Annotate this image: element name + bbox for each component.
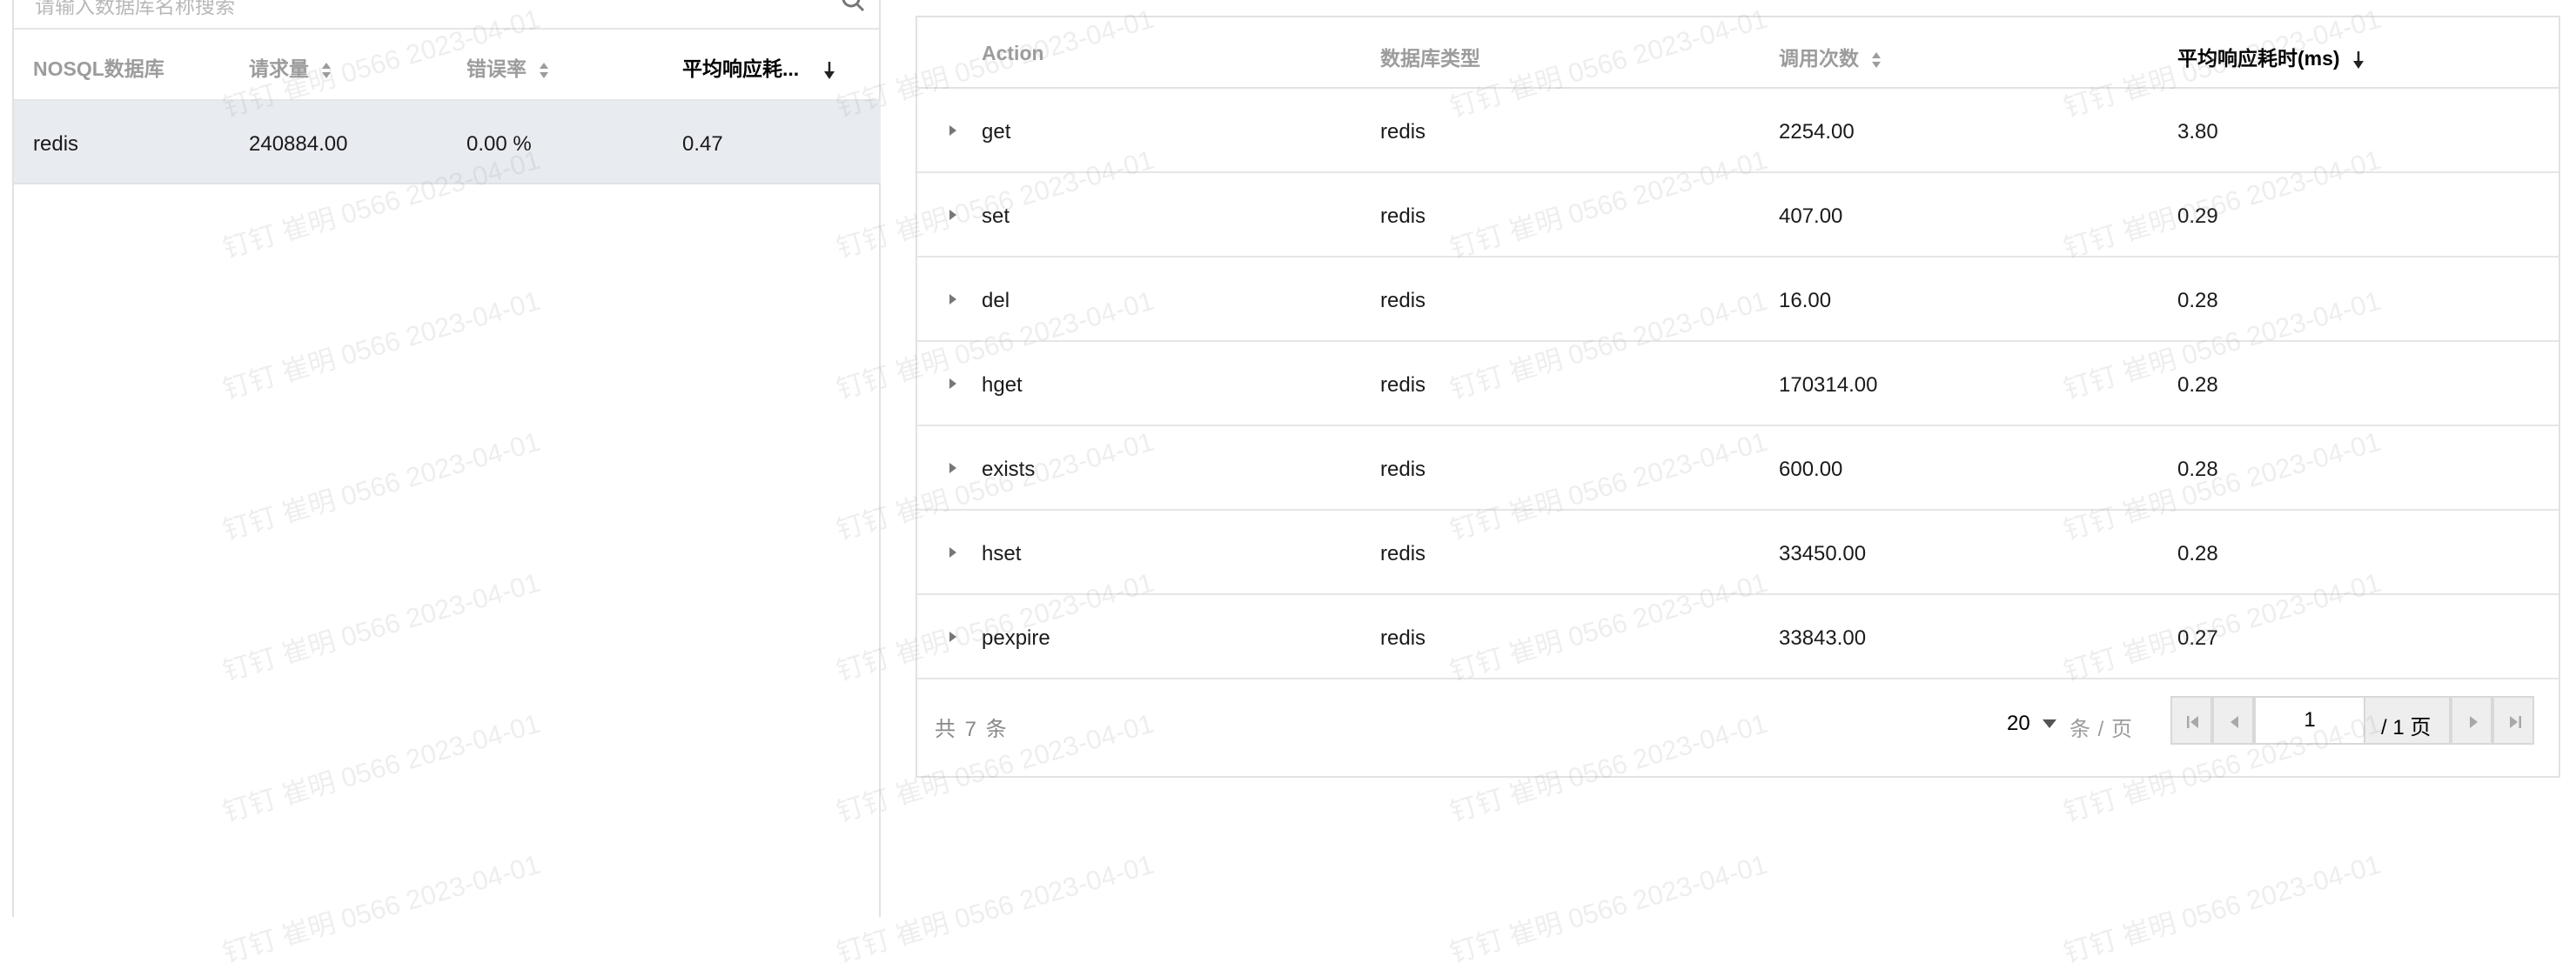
sort-icon[interactable]: [539, 62, 549, 79]
page-total: / 1 页: [2364, 696, 2451, 745]
db-type-cell: redis: [1380, 120, 1426, 144]
column-header-avg-latency[interactable]: 平均响应耗...: [682, 52, 835, 82]
action-cell: exists: [982, 458, 1036, 481]
table-row[interactable]: del redis 16.00 0.28: [917, 258, 2559, 342]
error-rate-cell: 0.00 %: [466, 132, 532, 156]
column-header-error-rate[interactable]: 错误率: [466, 52, 549, 82]
last-page-button[interactable]: [2492, 696, 2534, 745]
table-row[interactable]: hset redis 33450.00 0.28: [917, 511, 2559, 595]
expand-caret-icon[interactable]: [947, 628, 959, 646]
left-table-header: NOSQL数据库 请求量 错误率 平均响应耗...: [14, 30, 881, 101]
watermark-text: 钉钉 崔明 0566 2023-04-01: [1446, 848, 1771, 969]
prev-page-button[interactable]: [2212, 696, 2254, 745]
total-count: 共 7 条: [935, 718, 1009, 741]
expand-caret-icon[interactable]: [947, 122, 959, 139]
table-row[interactable]: exists redis 600.00 0.28: [917, 426, 2559, 511]
first-page-button[interactable]: [2170, 696, 2212, 745]
avg-latency-cell: 0.28: [2177, 458, 2218, 481]
avg-latency-cell: 0.29: [2177, 204, 2218, 228]
db-type-cell: redis: [1380, 626, 1426, 650]
calls-cell: 33450.00: [1779, 542, 1867, 565]
per-page-label: 条 / 页: [2070, 718, 2134, 741]
avg-latency-cell: 0.27: [2177, 626, 2218, 650]
column-header-avg-latency-ms[interactable]: 平均响应耗时(ms): [2177, 42, 2365, 71]
column-header-db-type: 数据库类型: [1380, 47, 1480, 70]
table-row[interactable]: pexpire redis 33843.00 0.27: [917, 595, 2559, 679]
avg-latency-cell: 0.28: [2177, 289, 2218, 312]
action-cell: pexpire: [982, 626, 1050, 650]
chevron-right-icon: [2470, 716, 2478, 728]
db-type-cell: redis: [1380, 373, 1426, 397]
first-page-icon: [2187, 716, 2198, 728]
avg-latency-cell: 0.28: [2177, 542, 2218, 565]
column-header-calls[interactable]: 调用次数: [1779, 42, 1882, 71]
search-input[interactable]: 请输入数据库名称搜索: [35, 0, 235, 19]
database-search-bar[interactable]: 请输入数据库名称搜索: [14, 0, 881, 30]
db-type-cell: redis: [1380, 289, 1426, 312]
calls-cell: 2254.00: [1779, 120, 1855, 144]
pagination-bar: 共 7 条 20 条 / 页 / 1 页: [917, 679, 2559, 776]
avg-latency-cell: 0.28: [2177, 373, 2218, 397]
db-type-cell: redis: [1380, 204, 1426, 228]
requests-cell: 240884.00: [249, 132, 348, 156]
db-type-cell: redis: [1380, 542, 1426, 565]
calls-cell: 33843.00: [1779, 626, 1867, 650]
calls-cell: 600.00: [1779, 458, 1843, 481]
sort-icon[interactable]: [1871, 51, 1882, 69]
column-header-requests[interactable]: 请求量: [249, 52, 332, 82]
avg-latency-cell: 3.80: [2177, 120, 2218, 144]
last-page-icon: [2510, 716, 2521, 728]
action-cell: set: [982, 204, 1010, 228]
table-row[interactable]: hget redis 170314.00 0.28: [917, 342, 2559, 426]
right-table-header: Action 数据库类型 调用次数 平均响应耗时(ms): [917, 17, 2559, 89]
avg-latency-cell: 0.47: [682, 132, 723, 156]
db-type-cell: redis: [1380, 458, 1426, 481]
table-row[interactable]: get redis 2254.00 3.80: [917, 89, 2559, 173]
sort-icon[interactable]: [321, 62, 332, 79]
column-header-nosql-db: NOSQL数据库: [33, 57, 164, 80]
sort-desc-icon[interactable]: [823, 61, 835, 80]
expand-caret-icon[interactable]: [947, 375, 959, 392]
next-page-button[interactable]: [2451, 696, 2492, 745]
chevron-left-icon: [2231, 716, 2238, 728]
expand-caret-icon[interactable]: [947, 206, 959, 224]
action-cell: del: [982, 289, 1010, 312]
sort-desc-icon[interactable]: [2352, 50, 2365, 70]
column-header-action: Action: [982, 42, 1044, 64]
page-total-text: / 1 页: [2381, 716, 2432, 739]
action-cell: get: [982, 120, 1011, 144]
search-icon[interactable]: [841, 0, 865, 12]
table-row[interactable]: set redis 407.00 0.29: [917, 173, 2559, 258]
action-cell: hget: [982, 373, 1023, 397]
db-name-cell[interactable]: redis: [33, 132, 78, 157]
left-panel: 请输入数据库名称搜索 NOSQL数据库 请求量 错误率 平均响应耗... red…: [12, 0, 881, 917]
table-row[interactable]: redis 240884.00 0.00 % 0.47: [14, 101, 881, 184]
right-panel: Action 数据库类型 调用次数 平均响应耗时(ms) get redis 2…: [916, 16, 2560, 778]
calls-cell: 170314.00: [1779, 373, 1878, 397]
expand-caret-icon[interactable]: [947, 544, 959, 561]
chevron-down-icon[interactable]: [2042, 719, 2057, 729]
page-number-input[interactable]: [2254, 696, 2365, 745]
expand-caret-icon[interactable]: [947, 459, 959, 477]
action-cell: hset: [982, 542, 1022, 565]
calls-cell: 16.00: [1779, 289, 1832, 312]
calls-cell: 407.00: [1779, 204, 1843, 228]
expand-caret-icon[interactable]: [947, 291, 959, 308]
page-size-select[interactable]: 20: [2007, 712, 2030, 736]
watermark-text: 钉钉 崔明 0566 2023-04-01: [2060, 848, 2385, 969]
